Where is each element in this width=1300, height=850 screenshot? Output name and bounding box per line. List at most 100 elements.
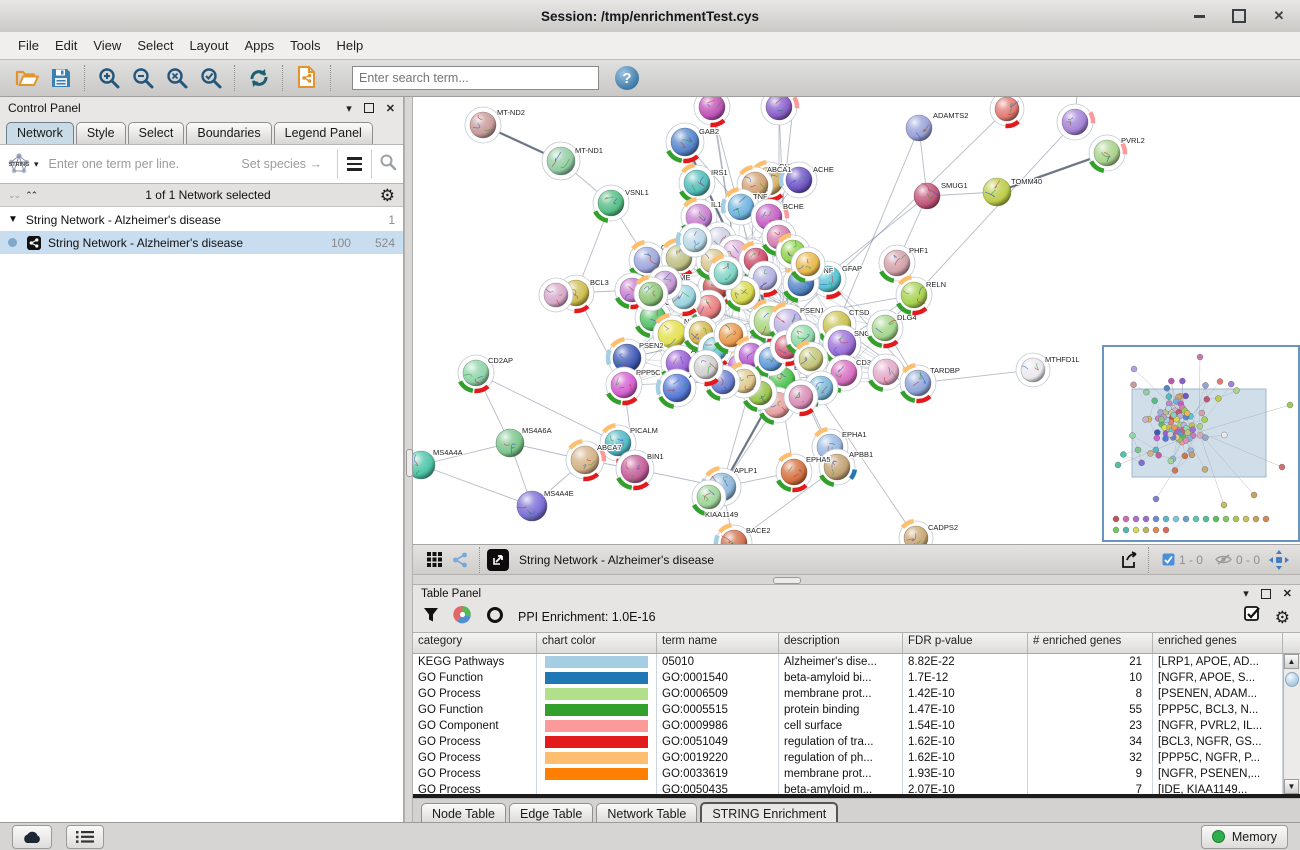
protein-node[interactable] [694, 97, 730, 125]
protein-node[interactable] [1057, 104, 1093, 140]
protein-node[interactable]: CD2AP [458, 355, 513, 391]
menu-item-tools[interactable]: Tools [282, 34, 328, 57]
navigator-compass-icon[interactable] [1266, 548, 1292, 572]
tab-network[interactable]: Network [6, 122, 74, 144]
protein-node[interactable]: MTHFD1L [1016, 353, 1080, 387]
table-bottom-scrollbar[interactable] [413, 794, 1300, 798]
protein-node[interactable]: BIN1 [616, 450, 664, 488]
protein-node[interactable] [791, 247, 825, 281]
scroll-up-icon[interactable]: ▲ [1284, 654, 1299, 669]
scrollbar-thumb[interactable] [1285, 672, 1299, 687]
protein-node[interactable] [990, 97, 1024, 126]
menu-item-help[interactable]: Help [329, 34, 372, 57]
task-list-button[interactable] [66, 825, 104, 849]
horizontal-splitter[interactable] [413, 574, 1300, 585]
filter-icon[interactable] [423, 607, 439, 628]
menu-item-view[interactable]: View [85, 34, 129, 57]
string-options-icon[interactable] [345, 155, 364, 173]
protein-node[interactable]: MS4A4A [413, 448, 463, 479]
protein-node[interactable] [784, 380, 818, 414]
minimize-button[interactable] [1192, 9, 1206, 23]
table-row[interactable]: GO ProcessGO:0006509membrane prot...1.42… [413, 686, 1300, 702]
protein-node[interactable]: PHF1 [879, 245, 928, 281]
zoom-selected-icon[interactable] [194, 63, 228, 93]
grid-view-icon[interactable] [421, 548, 447, 572]
table-row[interactable]: GO FunctionGO:0005515protein binding1.47… [413, 702, 1300, 718]
column-header--enriched-genes[interactable]: # enriched genes [1028, 633, 1153, 653]
splitter-grip[interactable] [406, 449, 413, 477]
string-search-icon[interactable] [379, 153, 397, 176]
vertical-splitter[interactable] [404, 97, 413, 822]
protein-node[interactable] [709, 256, 743, 290]
column-header-category[interactable]: category [413, 633, 537, 653]
maximize-button[interactable] [1232, 9, 1246, 23]
detach-view-icon[interactable] [487, 549, 509, 571]
panel-float-icon[interactable] [364, 103, 374, 113]
column-header-description[interactable]: description [779, 633, 903, 653]
network-canvas[interactable]: MT-ND2MT-ND1VSNL1GAB2ADAMTS2PVRL2TOMM40S… [413, 97, 1300, 544]
protein-node[interactable]: MS4A6A [496, 426, 552, 457]
import-network-icon[interactable] [290, 63, 324, 93]
protein-node[interactable] [689, 350, 723, 384]
tab-legend-panel[interactable]: Legend Panel [274, 122, 373, 144]
close-button[interactable]: ✕ [1272, 9, 1286, 23]
protein-node[interactable]: MT-ND2 [465, 107, 525, 143]
menu-item-file[interactable]: File [10, 34, 47, 57]
select-columns-icon[interactable] [1244, 606, 1261, 628]
tab-select[interactable]: Select [128, 122, 185, 144]
enrichment-table[interactable]: KEGG Pathways05010Alzheimer's dise...8.8… [413, 654, 1300, 794]
panel-close-icon[interactable]: ✕ [386, 102, 395, 115]
pie-chart-icon[interactable] [453, 605, 472, 629]
protein-node[interactable]: RELN [896, 277, 946, 313]
table-row[interactable]: GO ProcessGO:0019220regulation of ph...1… [413, 750, 1300, 766]
network-tree-row[interactable]: ▼String Network - Alzheimer's disease1 [0, 208, 403, 231]
network-tree-row[interactable]: String Network - Alzheimer's disease1005… [0, 231, 403, 254]
memory-button[interactable]: Memory [1201, 825, 1288, 849]
protein-node[interactable]: TARDBP [900, 365, 960, 401]
protein-node[interactable]: PPP5C [606, 367, 661, 403]
panel-close-icon[interactable]: ✕ [1283, 587, 1292, 600]
protein-node[interactable]: TOMM40 [983, 177, 1042, 206]
collapse-all-icon[interactable]: ⌄⌄ [8, 190, 19, 201]
task-history-button[interactable] [12, 825, 52, 849]
protein-node[interactable]: MS4A4E [517, 489, 574, 521]
protein-node[interactable]: VSNL1 [593, 185, 649, 221]
protein-node[interactable]: DLG4 [867, 310, 917, 346]
menu-item-edit[interactable]: Edit [47, 34, 85, 57]
table-row[interactable]: GO ProcessGO:0051049regulation of tra...… [413, 734, 1300, 750]
protein-node[interactable]: BACE2 [716, 525, 771, 544]
string-query-input[interactable] [47, 156, 242, 172]
zoom-fit-icon[interactable] [160, 63, 194, 93]
birdseye-view[interactable] [1102, 345, 1300, 542]
zoom-out-icon[interactable] [126, 63, 160, 93]
panel-collapse-icon[interactable]: ▾ [1243, 587, 1249, 600]
menu-item-apps[interactable]: Apps [237, 34, 283, 57]
splitter-grip[interactable] [773, 577, 801, 584]
table-row[interactable]: GO ProcessGO:0050435beta-amyloid m...2.0… [413, 782, 1300, 794]
tab-style[interactable]: Style [76, 122, 126, 144]
ring-chart-icon[interactable] [486, 606, 504, 629]
string-logo-icon[interactable]: STRING ▾ [6, 151, 39, 177]
menu-item-select[interactable]: Select [129, 34, 181, 57]
refresh-icon[interactable] [242, 63, 276, 93]
protein-node[interactable]: MT-ND1 [542, 142, 603, 180]
column-header-term-name[interactable]: term name [657, 633, 779, 653]
column-header-FDR-p-value[interactable]: FDR p-value [903, 633, 1028, 653]
expand-all-icon[interactable]: ⌃⌃ [25, 190, 36, 201]
table-scrollbar[interactable]: ▲ ▼ [1283, 654, 1300, 794]
gear-icon[interactable]: ⚙ [380, 187, 395, 204]
column-header-enriched-genes[interactable]: enriched genes [1153, 633, 1283, 653]
protein-node[interactable] [539, 278, 573, 312]
zoom-in-icon[interactable] [92, 63, 126, 93]
help-icon[interactable]: ? [615, 66, 639, 90]
protein-node[interactable] [868, 354, 904, 390]
table-row[interactable]: KEGG Pathways05010Alzheimer's dise...8.8… [413, 654, 1300, 670]
protein-node[interactable]: GAB2 [666, 123, 719, 161]
panel-float-icon[interactable] [1261, 589, 1271, 599]
export-network-icon[interactable] [1116, 548, 1142, 572]
protein-node[interactable]: ADAMTS2 [906, 111, 968, 141]
table-row[interactable]: GO ComponentGO:0009986cell surface1.54E-… [413, 718, 1300, 734]
menu-item-layout[interactable]: Layout [181, 34, 236, 57]
tree-expander-icon[interactable]: ▼ [8, 214, 18, 225]
scroll-down-icon[interactable]: ▼ [1284, 779, 1299, 794]
